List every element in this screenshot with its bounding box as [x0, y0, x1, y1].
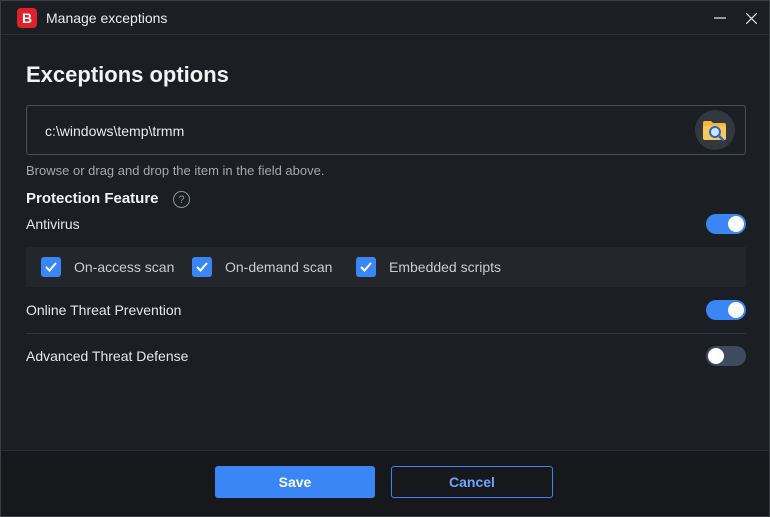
online-threat-prevention-label: Online Threat Prevention	[26, 302, 182, 318]
on-demand-scan-checkbox[interactable]	[192, 257, 212, 277]
path-value[interactable]: c:\windows\temp\trmm	[45, 123, 184, 139]
checkmark-icon	[45, 262, 57, 272]
on-access-scan-checkbox[interactable]	[41, 257, 61, 277]
checkmark-icon	[196, 262, 208, 272]
embedded-scripts-label: Embedded scripts	[389, 259, 502, 275]
cancel-button[interactable]: Cancel	[391, 466, 553, 498]
exception-path-input[interactable]: c:\windows\temp\trmm	[26, 105, 746, 155]
app-logo: B	[17, 8, 37, 28]
on-access-scan-label: On-access scan	[74, 259, 175, 275]
divider	[26, 333, 746, 334]
advanced-threat-defense-toggle[interactable]	[706, 346, 746, 366]
advanced-threat-defense-label: Advanced Threat Defense	[26, 348, 189, 364]
browse-hint: Browse or drag and drop the item in the …	[26, 163, 325, 178]
on-demand-scan-label: On-demand scan	[225, 259, 333, 275]
dialog-footer: Save Cancel	[1, 450, 769, 516]
toggle-knob	[728, 302, 744, 318]
help-icon[interactable]: ?	[173, 191, 190, 208]
browse-button[interactable]	[695, 110, 735, 150]
manage-exceptions-window: B Manage exceptions Exceptions options c…	[0, 0, 770, 517]
antivirus-label: Antivirus	[26, 216, 80, 232]
checkmark-icon	[360, 262, 372, 272]
page-title: Exceptions options	[26, 62, 229, 87]
minimize-button[interactable]	[710, 8, 730, 28]
window-title: Manage exceptions	[46, 10, 168, 26]
folder-search-icon	[703, 121, 726, 141]
embedded-scripts-option[interactable]: Embedded scripts	[356, 257, 501, 277]
antivirus-toggle[interactable]	[706, 214, 746, 234]
on-access-scan-option[interactable]: On-access scan	[41, 257, 174, 277]
save-button[interactable]: Save	[215, 466, 375, 498]
antivirus-options-panel: On-access scan On-demand scan Embedded s…	[26, 247, 746, 287]
online-threat-prevention-toggle[interactable]	[706, 300, 746, 320]
title-bar: B Manage exceptions	[1, 1, 769, 35]
toggle-knob	[728, 216, 744, 232]
on-demand-scan-option[interactable]: On-demand scan	[192, 257, 332, 277]
toggle-knob	[708, 348, 724, 364]
close-icon	[745, 12, 757, 24]
minimize-icon	[714, 17, 726, 19]
close-button[interactable]	[741, 8, 761, 28]
protection-feature-title: Protection Feature	[26, 190, 159, 207]
embedded-scripts-checkbox[interactable]	[356, 257, 376, 277]
